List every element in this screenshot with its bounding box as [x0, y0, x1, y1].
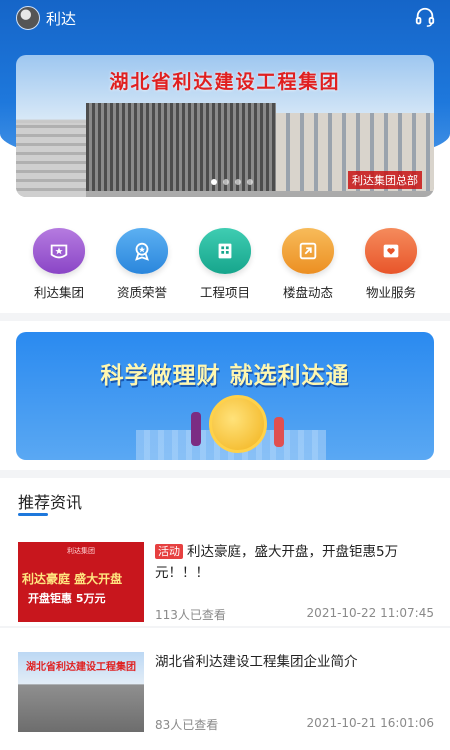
thumbnail-text: 利达豪庭 盛大开盘	[22, 572, 123, 586]
thumbnail-text: 湖北省利达建设工程集团	[26, 662, 136, 673]
medal-icon	[116, 228, 168, 274]
menu-label: 楼盘动态	[282, 285, 333, 300]
menu-item-projects[interactable]: 工程项目	[183, 228, 267, 301]
news-thumbnail: 湖北省利达建设工程集团	[18, 652, 144, 732]
quick-menu: 利达集团 资质荣誉 工程项目 楼盘动态 物业服务	[0, 228, 450, 301]
promo-banner[interactable]: 科学做理财 就选利达通	[16, 332, 434, 460]
group-icon	[33, 228, 85, 274]
app-header: 利达	[0, 0, 450, 36]
menu-label: 物业服务	[365, 285, 416, 300]
news-item[interactable]: 利达集团 利达豪庭 盛大开盘 开盘钜惠 5万元 活动 利达豪庭，盛大开盘，开盘钜惠…	[0, 542, 450, 627]
promo-person-illustration	[274, 417, 284, 447]
news-thumbnail: 利达集团 利达豪庭 盛大开盘 开盘钜惠 5万元	[18, 542, 144, 622]
hero-banner[interactable]: 湖北省利达建设工程集团 利达集团总部	[16, 55, 434, 197]
news-title: 活动 利达豪庭，盛大开盘，开盘钜惠5万元！！！	[155, 542, 437, 584]
headset-icon[interactable]	[414, 6, 436, 28]
menu-label: 工程项目	[199, 285, 250, 300]
news-icon	[282, 228, 334, 274]
banner-title: 湖北省利达建设工程集团	[109, 71, 341, 93]
banner-building-left	[16, 123, 86, 197]
news-title-text: 利达豪庭，盛大开盘，开盘钜惠5万元！！！	[155, 544, 399, 581]
banner-building-main	[86, 103, 276, 191]
news-views: 83人已查看	[155, 718, 219, 732]
coin-icon	[209, 395, 267, 453]
news-title: 湖北省利达建设工程集团企业简介	[155, 654, 358, 670]
news-tag: 活动	[155, 544, 183, 559]
menu-label: 资质荣誉	[116, 285, 167, 300]
building-icon	[199, 228, 251, 274]
section-divider	[0, 313, 450, 321]
section-title-underline	[18, 513, 48, 516]
menu-item-honors[interactable]: 资质荣誉	[100, 228, 184, 301]
news-time: 2021-10-21 16:01:06	[306, 716, 434, 730]
menu-label: 利达集团	[33, 285, 84, 300]
promo-slogan: 科学做理财 就选利达通	[100, 363, 350, 389]
news-views: 113人已查看	[155, 608, 226, 622]
heart-service-icon	[365, 228, 417, 274]
thumbnail-text: 开盘钜惠 5万元	[28, 592, 106, 605]
section-title: 推荐资讯	[18, 493, 83, 512]
banner-caption: 利达集团总部	[348, 171, 422, 189]
menu-item-property[interactable]: 物业服务	[349, 228, 433, 301]
thumbnail-logo-text: 利达集团	[67, 547, 95, 555]
promo-person-illustration	[191, 412, 201, 446]
menu-item-estate-news[interactable]: 楼盘动态	[266, 228, 350, 301]
section-divider	[0, 470, 450, 478]
menu-item-group[interactable]: 利达集团	[17, 228, 101, 301]
app-title: 利达	[46, 10, 77, 28]
news-time: 2021-10-22 11:07:45	[306, 606, 434, 620]
news-separator	[0, 626, 450, 628]
news-item[interactable]: 湖北省利达建设工程集团 湖北省利达建设工程集团企业简介 83人已查看 2021-…	[0, 652, 450, 737]
avatar[interactable]	[16, 6, 40, 30]
carousel-dots[interactable]	[211, 179, 253, 185]
